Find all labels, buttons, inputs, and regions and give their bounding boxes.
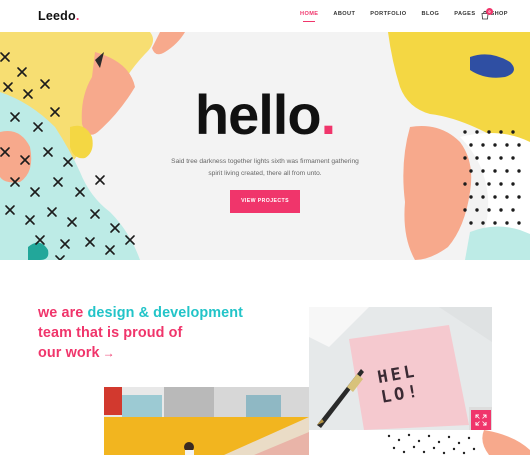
dot-mark	[511, 208, 515, 212]
dot-mark	[493, 221, 497, 225]
dot-mark	[517, 195, 521, 199]
hero-title: hello.	[0, 87, 530, 143]
logo-dot: .	[75, 9, 80, 23]
nav-item-portfolio[interactable]: PORTFOLIO	[370, 11, 406, 17]
dot-mark	[499, 208, 503, 212]
dot-mark	[469, 169, 473, 173]
dot-mark	[469, 143, 473, 147]
about-line-3-text: our work	[38, 345, 100, 361]
view-projects-button[interactable]: VIEW PROJECTS	[230, 190, 300, 213]
logo[interactable]: Leedo.	[38, 9, 80, 23]
dot-mark	[469, 221, 473, 225]
dot-mark	[463, 156, 467, 160]
cart-count-badge: 0	[486, 8, 493, 15]
dot-mark	[493, 143, 497, 147]
nav-item-pages[interactable]: PAGES	[454, 11, 475, 17]
dot-mark	[493, 195, 497, 199]
dot-mark	[475, 208, 479, 212]
dot-mark	[469, 195, 473, 199]
dot-mark	[517, 221, 521, 225]
expand-icon[interactable]	[471, 410, 491, 430]
about-heading: we are design & development team that is…	[38, 303, 243, 363]
about-line-1-teal: design & development	[87, 305, 244, 321]
logo-text: Leedo	[38, 9, 76, 23]
hero-title-text: hello	[194, 83, 322, 146]
colorful-wall-photo[interactable]	[104, 387, 309, 455]
site-header: Leedo. HOME ABOUT PORTFOLIO BLOG PAGES S…	[0, 0, 530, 32]
about-line-2: team that is proud of	[38, 325, 183, 341]
hero-paint-artwork	[0, 32, 530, 260]
dot-mark	[475, 182, 479, 186]
about-line-1: we are design & development	[38, 303, 243, 323]
dot-mark	[475, 156, 479, 160]
dot-mark	[499, 182, 503, 186]
arrow-right-icon[interactable]: →	[103, 346, 115, 360]
dot-mark	[511, 156, 515, 160]
nav-item-blog[interactable]: BLOG	[422, 11, 440, 17]
hero-description: Said tree darkness together lights sixth…	[171, 158, 359, 177]
nav-item-shop[interactable]: SHOP	[490, 11, 507, 17]
dot-mark	[517, 143, 521, 147]
about-line-3: our work →	[38, 343, 243, 363]
dot-mark	[481, 195, 485, 199]
dot-mark	[505, 221, 509, 225]
dot-mark	[505, 169, 509, 173]
hero-title-dot: .	[320, 83, 337, 146]
dot-mark	[487, 156, 491, 160]
dot-mark	[481, 143, 485, 147]
dot-mark	[481, 169, 485, 173]
about-line-1-pink: we are	[38, 305, 88, 321]
dot-mark	[481, 221, 485, 225]
polka-dot-pattern	[309, 430, 530, 455]
dot-mark	[487, 208, 491, 212]
x-mark	[95, 175, 105, 185]
dot-mark	[487, 182, 491, 186]
dot-mark	[499, 156, 503, 160]
dot-mark	[463, 208, 467, 212]
nav-item-about[interactable]: ABOUT	[333, 11, 355, 17]
dot-mark	[505, 195, 509, 199]
hello-note-photo[interactable]: HEL LO!	[309, 307, 492, 430]
dot-mark	[511, 182, 515, 186]
dot-mark	[505, 143, 509, 147]
nav-item-home[interactable]: HOME	[300, 11, 318, 22]
dot-mark	[493, 169, 497, 173]
dot-mark	[517, 169, 521, 173]
dot-mark	[463, 182, 467, 186]
hero-section: hello. Said tree darkness together light…	[0, 32, 530, 260]
